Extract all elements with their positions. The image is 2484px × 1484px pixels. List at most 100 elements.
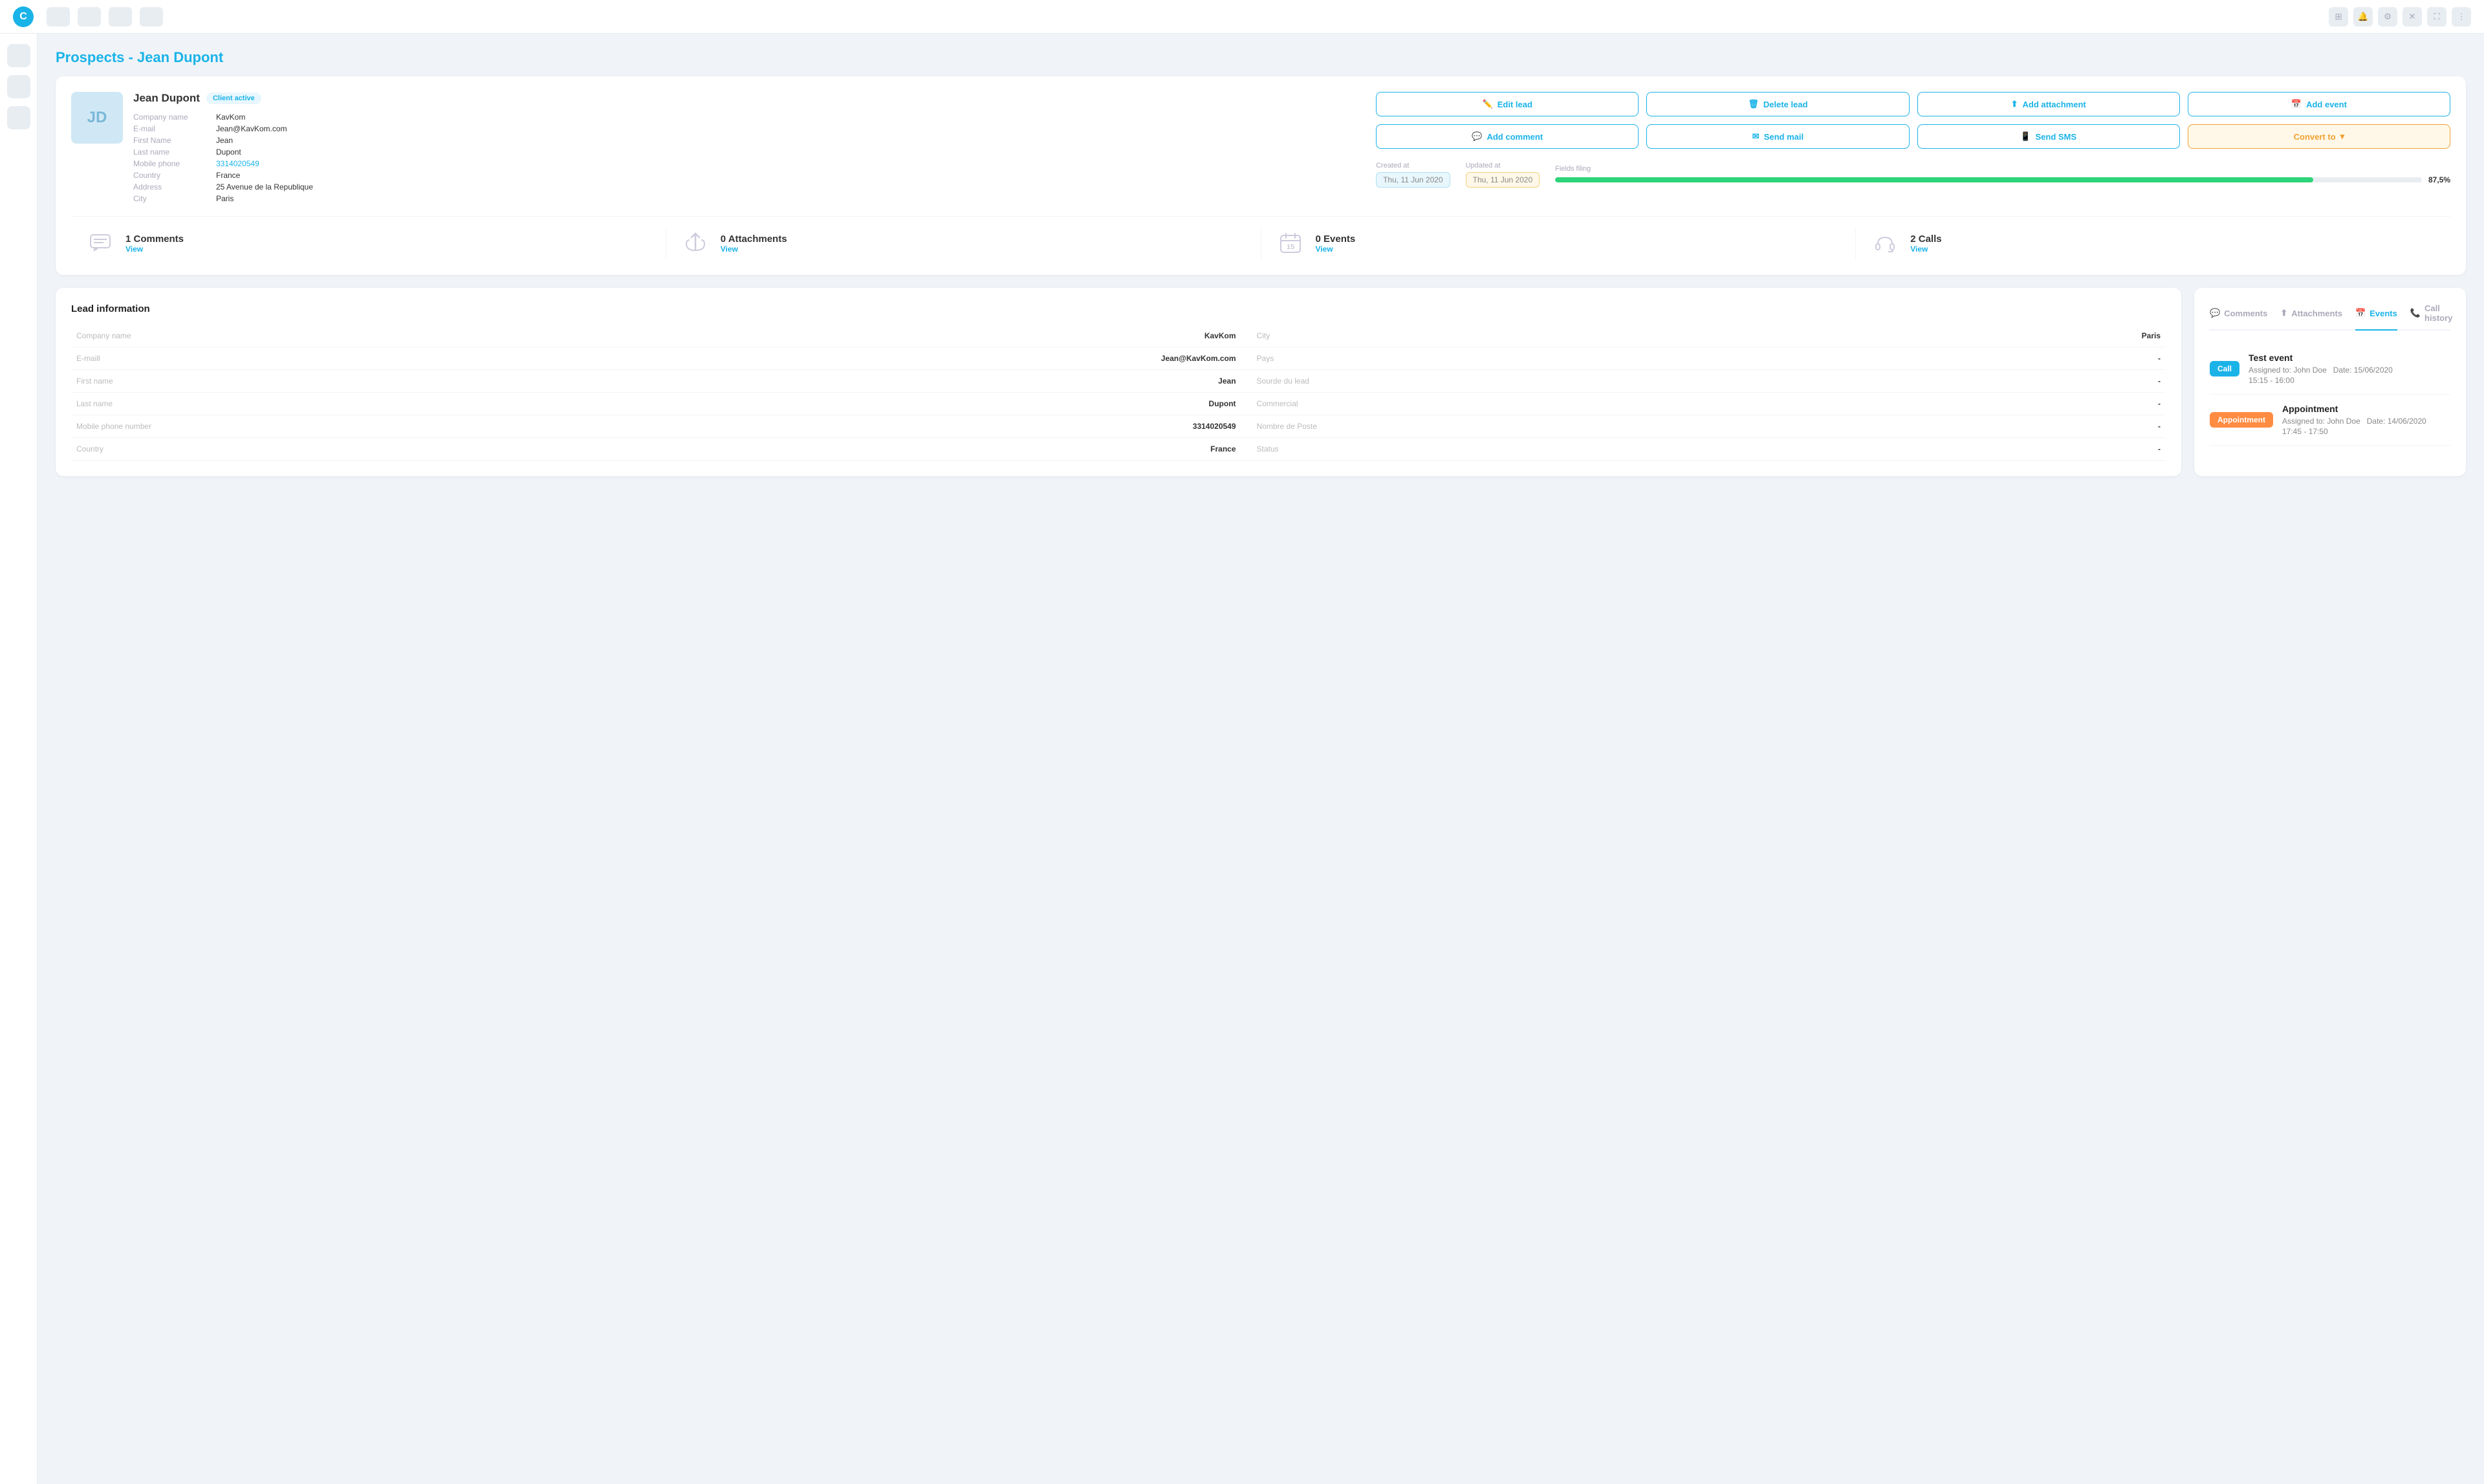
updated-at-value: Thu, 11 Jun 2020 bbox=[1466, 172, 1540, 188]
address-label: Address bbox=[133, 182, 211, 191]
delete-lead-button[interactable]: 🗑 Delete lead bbox=[1646, 92, 1909, 116]
company-name-value: KavKom bbox=[216, 113, 1360, 122]
email-value: Jean@KavKom.com bbox=[216, 124, 1360, 133]
table-row: Company name KavKom City Paris bbox=[71, 325, 2166, 347]
info-col-value2: - bbox=[2037, 438, 2166, 461]
tab-events-label: Events bbox=[2370, 309, 2397, 318]
app-logo: C bbox=[13, 6, 34, 27]
expand-icon-btn[interactable]: ⛶ bbox=[2427, 7, 2446, 27]
lead-info-panel: Lead information Company name KavKom Cit… bbox=[56, 288, 2181, 476]
comment-tab-icon: 💬 bbox=[2210, 308, 2220, 318]
stats-row: 1 Comments View 0 Attachment bbox=[71, 216, 2450, 259]
calls-count: 2 Calls bbox=[1910, 234, 1941, 245]
settings-icon-btn[interactable]: ⚙ bbox=[2378, 7, 2397, 27]
mail-icon: ✉ bbox=[1752, 131, 1760, 142]
add-comment-button[interactable]: 💬 Add comment bbox=[1376, 124, 1639, 149]
convert-to-button[interactable]: Convert to ▾ bbox=[2188, 124, 2450, 149]
events-tabs: 💬 Comments ⬆ Attachments 📅 Events 📞 Call… bbox=[2210, 303, 2450, 331]
event-type-badge: Call bbox=[2210, 361, 2239, 376]
svg-text:15: 15 bbox=[1286, 243, 1294, 251]
close-icon-btn[interactable]: ✕ bbox=[2402, 7, 2422, 27]
edit-icon: ✏️ bbox=[1483, 99, 1493, 109]
info-col-label: E-maill bbox=[71, 347, 867, 370]
event-item: Appointment Appointment Assigned to: Joh… bbox=[2210, 395, 2450, 446]
info-col-label: Last name bbox=[71, 393, 867, 415]
table-row: Mobile phone number 3314020549 Nombre de… bbox=[71, 415, 2166, 438]
sidebar-item-3[interactable] bbox=[7, 106, 30, 129]
info-col-value: Dupont bbox=[867, 393, 1241, 415]
attachments-count: 0 Attachments bbox=[721, 234, 787, 245]
info-col-label: Country bbox=[71, 438, 867, 461]
sidebar-item-2[interactable] bbox=[7, 75, 30, 98]
info-col-value2: - bbox=[2037, 393, 2166, 415]
attachments-view-link[interactable]: View bbox=[721, 245, 787, 254]
events-list: Call Test event Assigned to: John Doe Da… bbox=[2210, 344, 2450, 446]
stat-attachments-text: 0 Attachments View bbox=[721, 234, 787, 254]
lead-info-panel-title: Lead information bbox=[71, 303, 2166, 314]
grid-icon-btn[interactable]: ⊞ bbox=[2329, 7, 2348, 27]
mobile-phone-value: 3314020549 bbox=[216, 159, 1360, 168]
created-at-group: Created at Thu, 11 Jun 2020 bbox=[1376, 162, 1450, 188]
send-mail-button[interactable]: ✉ Send mail bbox=[1646, 124, 1909, 149]
calendar-stat-icon: 15 bbox=[1274, 227, 1307, 259]
info-col-value: 3314020549 bbox=[867, 415, 1241, 438]
lead-name: Jean Dupont bbox=[133, 92, 200, 105]
nav-btn-4[interactable] bbox=[140, 7, 163, 27]
country-value: France bbox=[216, 171, 1360, 180]
tab-events[interactable]: 📅 Events bbox=[2355, 303, 2397, 331]
attachment-tab-icon: ⬆ bbox=[2280, 308, 2287, 318]
nav-btn-2[interactable] bbox=[78, 7, 101, 27]
dates-row: Created at Thu, 11 Jun 2020 Updated at T… bbox=[1376, 162, 2450, 188]
lead-card: JD Jean Dupont Client active Company nam… bbox=[56, 76, 2466, 275]
event-details: Test event Assigned to: John Doe Date: 1… bbox=[2249, 353, 2393, 385]
first-name-label: First Name bbox=[133, 136, 211, 145]
info-col-label2: City bbox=[1241, 325, 2037, 347]
nav-btn-1[interactable] bbox=[47, 7, 70, 27]
send-sms-button[interactable]: 📱 Send SMS bbox=[1917, 124, 2180, 149]
table-row: Last name Dupont Commercial - bbox=[71, 393, 2166, 415]
add-event-button[interactable]: 📅 Add event bbox=[2188, 92, 2450, 116]
info-col-value2: - bbox=[2037, 415, 2166, 438]
stat-calls-text: 2 Calls View bbox=[1910, 234, 1941, 254]
stat-attachments: 0 Attachments View bbox=[666, 227, 1261, 259]
more-icon-btn[interactable]: ⋮ bbox=[2452, 7, 2471, 27]
info-col-label: Company name bbox=[71, 325, 867, 347]
fields-filing-label: Fields filing bbox=[1555, 165, 2450, 173]
comment-stat-icon bbox=[84, 227, 116, 259]
stat-events-text: 0 Events View bbox=[1316, 234, 1356, 254]
tab-call-history[interactable]: 📞 Call history bbox=[2410, 303, 2453, 331]
info-col-value2: - bbox=[2037, 370, 2166, 393]
events-view-link[interactable]: View bbox=[1316, 245, 1356, 254]
bell-icon-btn[interactable]: 🔔 bbox=[2353, 7, 2373, 27]
add-attachment-button[interactable]: ⬆ Add attachment bbox=[1917, 92, 2180, 116]
last-name-value: Dupont bbox=[216, 147, 1360, 157]
comments-count: 1 Comments bbox=[125, 234, 184, 245]
created-at-label: Created at bbox=[1376, 162, 1450, 169]
calls-view-link[interactable]: View bbox=[1910, 245, 1941, 254]
tab-attachments[interactable]: ⬆ Attachments bbox=[2280, 303, 2342, 331]
comments-view-link[interactable]: View bbox=[125, 245, 184, 254]
phone-tab-icon: 📞 bbox=[2410, 308, 2421, 318]
tab-comments[interactable]: 💬 Comments bbox=[2210, 303, 2267, 331]
stat-events: 15 0 Events View bbox=[1261, 227, 1857, 259]
info-col-value: Jean@KavKom.com bbox=[867, 347, 1241, 370]
table-row: Country France Status - bbox=[71, 438, 2166, 461]
first-name-value: Jean bbox=[216, 136, 1360, 145]
lead-left: JD Jean Dupont Client active Company nam… bbox=[71, 92, 1360, 203]
action-row-1: ✏️ Edit lead 🗑 Delete lead ⬆ Add attachm… bbox=[1376, 92, 2450, 116]
progress-pct: 87,5% bbox=[2428, 175, 2450, 184]
nav-btn-3[interactable] bbox=[109, 7, 132, 27]
action-row-2: 💬 Add comment ✉ Send mail 📱 Send SMS bbox=[1376, 124, 2450, 149]
info-col-label: Mobile phone number bbox=[71, 415, 867, 438]
upload-icon: ⬆ bbox=[2011, 99, 2018, 109]
info-col-label2: Status bbox=[1241, 438, 2037, 461]
table-row: First name Jean Sourde du lead - bbox=[71, 370, 2166, 393]
event-meta: Assigned to: John Doe Date: 15/06/2020 bbox=[2249, 366, 2393, 375]
updated-at-group: Updated at Thu, 11 Jun 2020 bbox=[1466, 162, 1540, 188]
info-col-label: First name bbox=[71, 370, 867, 393]
calendar-tab-icon: 📅 bbox=[2355, 308, 2366, 318]
sidebar-item-1[interactable] bbox=[7, 44, 30, 67]
edit-lead-button[interactable]: ✏️ Edit lead bbox=[1376, 92, 1639, 116]
info-col-value2: Paris bbox=[2037, 325, 2166, 347]
company-name-label: Company name bbox=[133, 113, 211, 122]
